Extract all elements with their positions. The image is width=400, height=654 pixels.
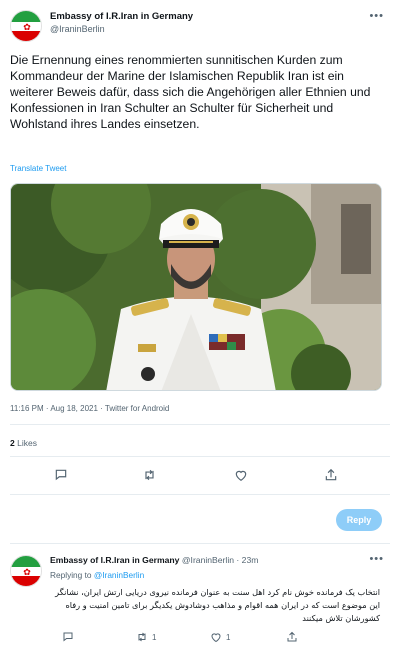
reply-like-button[interactable]: 1: [210, 630, 230, 644]
reply-heart-icon: [211, 633, 221, 643]
reply-author-handle[interactable]: @IraninBerlin: [182, 555, 234, 565]
author-avatar[interactable]: ✿: [10, 10, 42, 42]
comment-icon[interactable]: [52, 466, 70, 484]
tweet-actions: [0, 466, 400, 486]
reply-author-avatar[interactable]: ✿: [10, 555, 42, 587]
reply-text: انتخاب یک فرمانده خوش نام کرد اهل سنت به…: [55, 587, 380, 623]
reply-retweet-count: 1: [152, 632, 157, 642]
reply-author-name[interactable]: Embassy of I.R.Iran in Germany: [50, 555, 179, 565]
more-options-icon[interactable]: •••: [369, 10, 384, 22]
reply-retweet-button[interactable]: 1: [136, 630, 156, 644]
author-name[interactable]: Embassy of I.R.Iran in Germany: [50, 11, 193, 23]
reply-button[interactable]: Reply: [336, 509, 382, 531]
retweet-icon[interactable]: [140, 466, 158, 484]
tweet-text: Die Ernennung eines renommierten sunniti…: [10, 53, 371, 131]
reply-time[interactable]: · 23m: [236, 555, 258, 565]
tweet-photo[interactable]: [10, 183, 382, 391]
reply-composer: Reply: [0, 505, 400, 535]
heart-icon[interactable]: [232, 466, 250, 484]
share-icon[interactable]: [322, 466, 340, 484]
likes-label: Likes: [17, 438, 37, 448]
divider: [10, 456, 390, 457]
replying-to: Replying to @IraninBerlin: [50, 570, 144, 580]
author-handle[interactable]: @IraninBerlin: [50, 23, 193, 35]
reply-like-count: 1: [226, 632, 231, 642]
likes-count[interactable]: 2 Likes: [10, 438, 37, 448]
reply-retweet-icon: [138, 632, 146, 642]
divider: [10, 424, 390, 425]
reply-comment-icon[interactable]: [62, 630, 74, 644]
translate-tweet-link[interactable]: Translate Tweet: [10, 164, 66, 173]
likes-number: 2: [10, 438, 15, 448]
reply-more-options-icon[interactable]: •••: [369, 553, 384, 565]
tweet-timestamp[interactable]: 11:16 PM · Aug 18, 2021 · Twitter for An…: [10, 404, 169, 413]
divider: [10, 543, 390, 544]
replying-to-label: Replying to: [50, 570, 92, 580]
author-block[interactable]: Embassy of I.R.Iran in Germany @IraninBe…: [50, 11, 193, 35]
divider: [10, 494, 390, 495]
reply-header: Embassy of I.R.Iran in Germany @IraninBe…: [50, 555, 258, 565]
replying-to-mention[interactable]: @IraninBerlin: [94, 570, 144, 580]
reply-actions: 1 1: [0, 630, 400, 644]
reply-share-icon[interactable]: [286, 630, 298, 644]
